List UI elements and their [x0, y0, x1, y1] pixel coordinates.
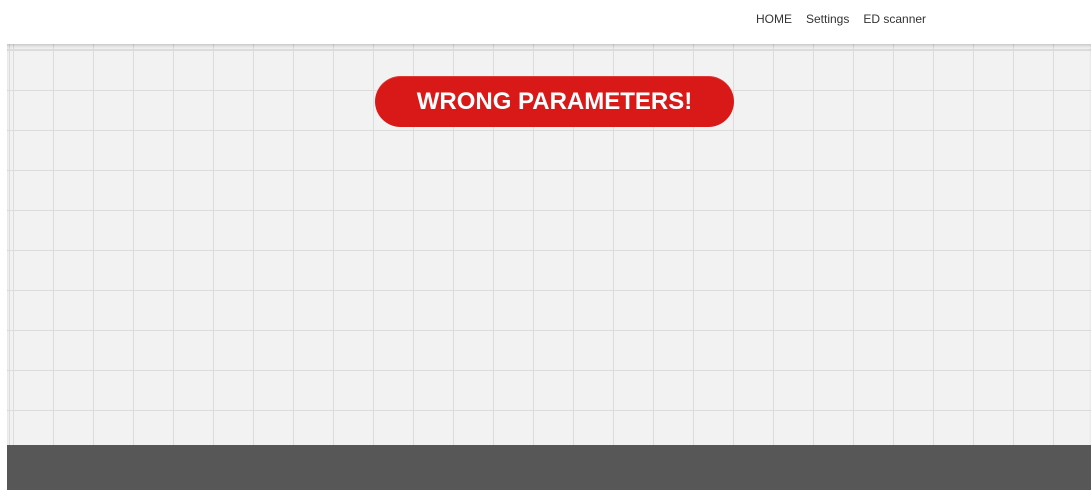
nav-link-settings[interactable]: Settings: [806, 12, 849, 26]
error-banner: WRONG PARAMETERS!: [375, 76, 734, 127]
page: HOME Settings ED scanner WRONG PARAMETER…: [0, 0, 1091, 490]
main-nav: HOME Settings ED scanner: [756, 12, 940, 26]
nav-link-home[interactable]: HOME: [756, 12, 792, 26]
error-message: WRONG PARAMETERS!: [416, 87, 693, 115]
footer: [7, 445, 1091, 490]
top-navigation-bar: HOME Settings ED scanner: [0, 0, 1091, 44]
nav-link-ed-scanner[interactable]: ED scanner: [863, 12, 926, 26]
